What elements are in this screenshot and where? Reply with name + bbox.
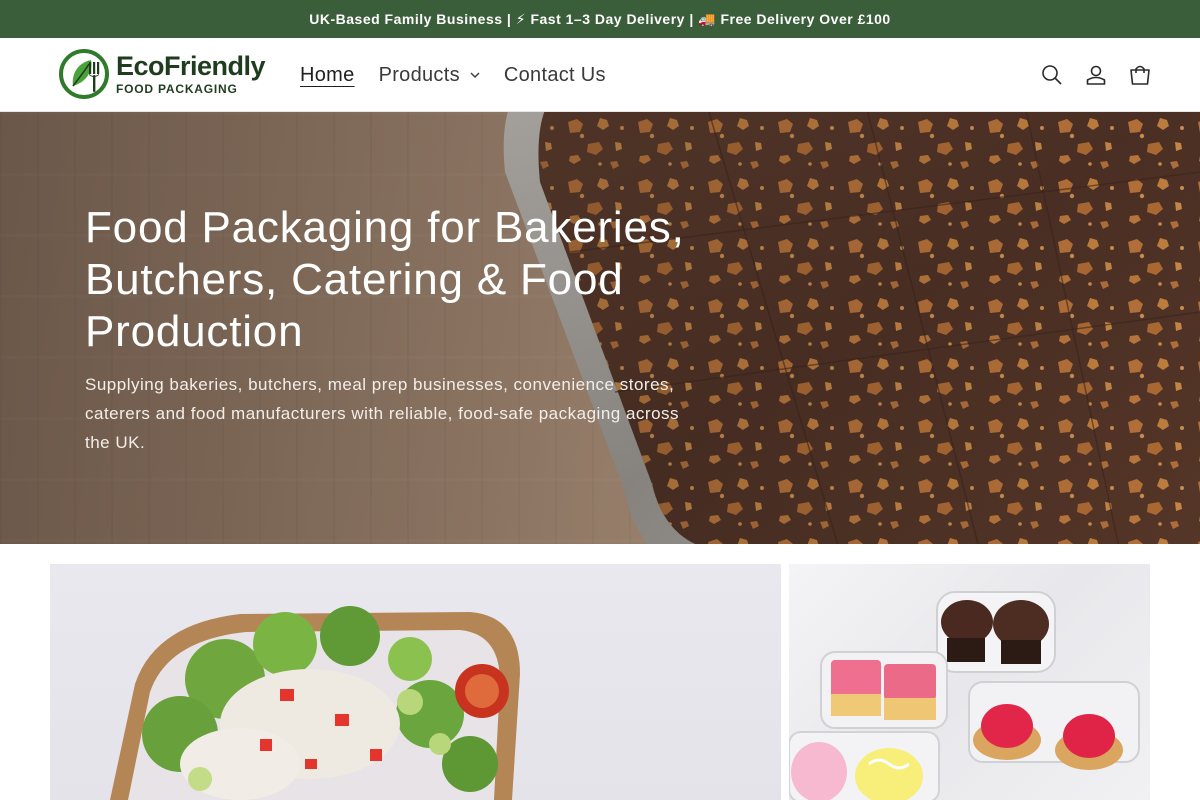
hero-content: Food Packaging for Bakeries, Butchers, C… — [85, 202, 685, 457]
salad-container-image-tile[interactable] — [50, 564, 781, 800]
hero-description: Supplying bakeries, butchers, meal prep … — [85, 375, 680, 452]
bakery-containers-image-tile[interactable] — [789, 564, 1150, 800]
cart-button[interactable] — [1118, 53, 1162, 97]
leaf-fork-logo-icon — [59, 49, 109, 99]
salad-bowl-image — [110, 606, 520, 800]
search-button[interactable] — [1030, 53, 1074, 97]
logo-name: EcoFriendly — [116, 51, 266, 81]
logo-tagline: FOOD PACKAGING — [116, 82, 238, 96]
nav-item-label: Products — [378, 63, 460, 86]
chevron-down-icon — [470, 72, 480, 78]
hero-title: Food Packaging for Bakeries, Butchers, C… — [85, 203, 685, 356]
nav-item-contact[interactable]: Contact Us — [492, 64, 618, 87]
hero-banner: Food Packaging for Bakeries, Butchers, C… — [0, 112, 1200, 544]
announcement-text: UK-Based Family Business | ⚡ Fast 1–3 Da… — [309, 10, 891, 27]
cakes-containers-image — [789, 591, 1140, 800]
account-button[interactable] — [1074, 53, 1118, 97]
logo[interactable]: EcoFriendly FOOD PACKAGING — [58, 48, 266, 100]
announcement-bar: UK-Based Family Business | ⚡ Fast 1–3 Da… — [0, 0, 1200, 38]
account-icon — [1086, 65, 1106, 85]
search-icon — [1042, 65, 1062, 85]
main-nav: Home Products Contact Us — [288, 38, 618, 112]
cart-icon — [1130, 65, 1150, 85]
site-header: EcoFriendly FOOD PACKAGING Home Products… — [0, 38, 1200, 112]
nav-item-products[interactable]: Products — [367, 64, 492, 87]
nav-item-home[interactable]: Home — [288, 64, 367, 87]
nav-item-label: Contact Us — [503, 63, 606, 86]
header-icons — [1030, 38, 1162, 112]
nav-item-label: Home — [300, 63, 355, 86]
